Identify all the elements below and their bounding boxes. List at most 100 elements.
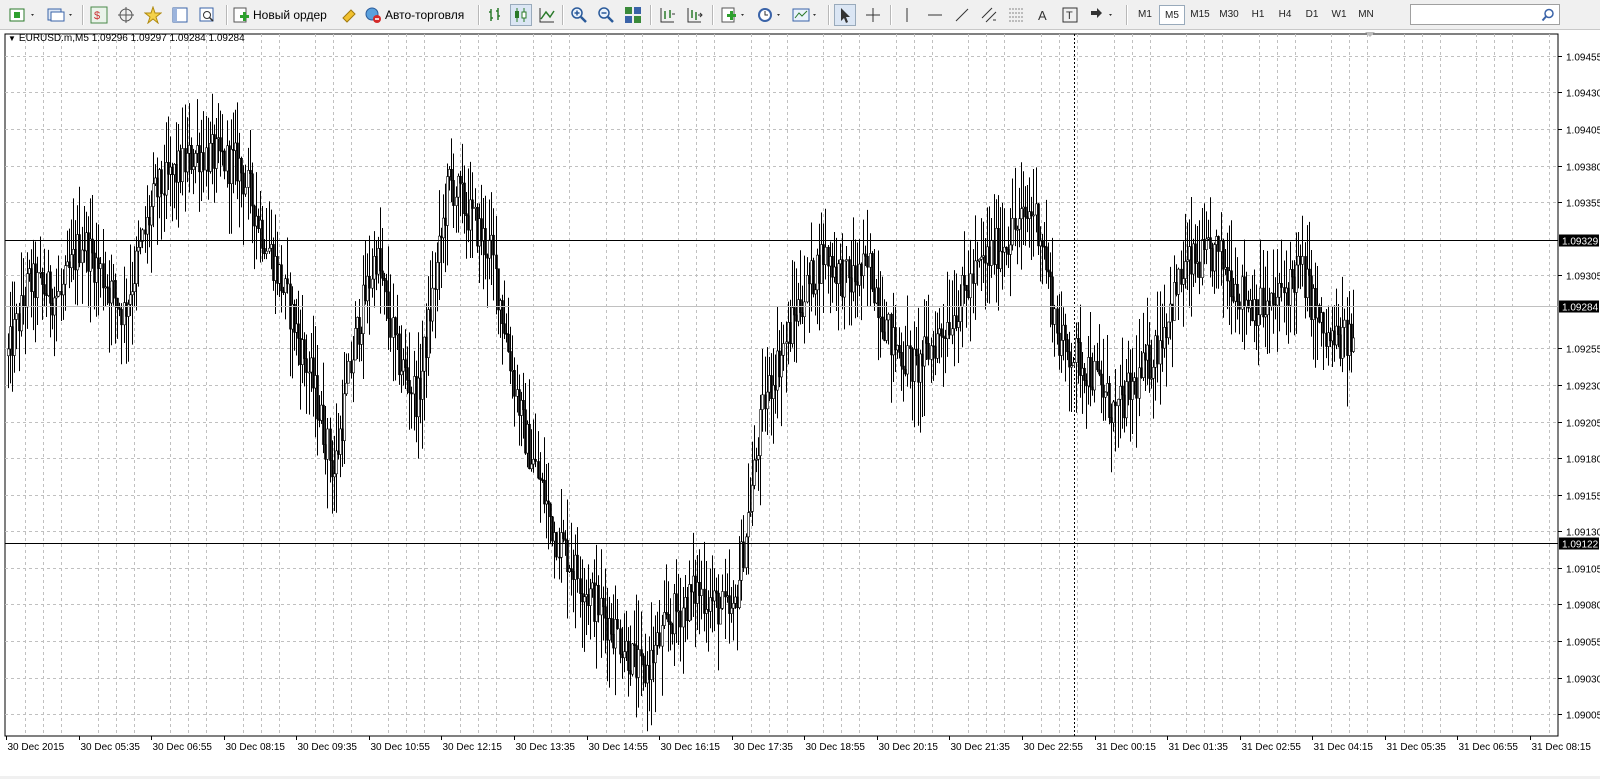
candle-body [1028, 211, 1031, 219]
candle-body [150, 206, 153, 226]
candle-body [537, 461, 540, 479]
candle-body [570, 568, 573, 572]
candle-body [1312, 288, 1315, 320]
candle-body [990, 239, 993, 266]
candle-body [158, 169, 161, 198]
trendline-button[interactable] [951, 4, 973, 26]
market-watch-button[interactable]: $ [88, 4, 110, 26]
candle-body [602, 597, 605, 608]
candle-body [459, 175, 462, 184]
candle-body [1144, 352, 1147, 361]
zoom-in-button[interactable] [568, 4, 590, 26]
new-chart-button[interactable] [6, 4, 40, 26]
crosshair-tool-button[interactable] [862, 4, 884, 26]
timeframe-w1[interactable]: W1 [1326, 5, 1352, 25]
chart-shift-button[interactable] [656, 4, 678, 26]
timeframe-m30[interactable]: M30 [1215, 5, 1243, 25]
candle-body [877, 287, 880, 318]
horizontal-line-button[interactable] [924, 4, 946, 26]
candle-body [1335, 325, 1338, 346]
tester-button[interactable] [196, 4, 218, 26]
candle-body [85, 232, 88, 252]
time-tick-label: 30 Dec 21:35 [951, 742, 1011, 753]
vertical-line-button[interactable] [896, 4, 918, 26]
tile-windows-button[interactable] [622, 4, 644, 26]
candle-body [1129, 372, 1132, 400]
data-window-button[interactable] [115, 4, 137, 26]
timeframe-m1[interactable]: M1 [1132, 5, 1158, 25]
timeframe-h4[interactable]: H4 [1272, 5, 1298, 25]
candle-body [244, 187, 247, 195]
cursor-tool-button[interactable] [834, 4, 856, 26]
candle-body [549, 503, 552, 518]
candle-body [99, 263, 102, 269]
time-tick-label: 30 Dec 17:35 [734, 742, 794, 753]
candle-body [761, 394, 764, 410]
autoscroll-button[interactable] [683, 4, 705, 26]
candle-body [1341, 327, 1344, 359]
bar-chart-button[interactable] [484, 4, 506, 26]
trendline-icon [955, 8, 969, 22]
text-tool-button[interactable]: A [1032, 4, 1054, 26]
text-label-button[interactable]: T [1059, 4, 1081, 26]
candle-body [450, 169, 453, 181]
symbol-info: ▼ EURUSD.m,M5 1.09296 1.09297 1.09284 1.0… [8, 33, 245, 44]
timeframe-m5[interactable]: M5 [1159, 5, 1185, 25]
candle-body [1293, 276, 1296, 293]
metaeditor-button[interactable] [338, 4, 360, 26]
line-chart-button[interactable] [536, 4, 558, 26]
collapse-triangle-icon[interactable]: ▼ [8, 34, 16, 43]
candle-body [1106, 383, 1109, 393]
new-order-button[interactable]: Новый ордер [232, 4, 332, 26]
candle-body [936, 333, 939, 359]
search-icon[interactable] [1541, 8, 1555, 22]
candle-body [329, 428, 332, 461]
candle-body [848, 259, 851, 279]
timeframe-h1[interactable]: H1 [1245, 5, 1271, 25]
svg-text:$: $ [94, 10, 100, 22]
candle-body [261, 219, 264, 249]
candle-body [484, 228, 487, 256]
timeframe-mn[interactable]: MN [1353, 5, 1379, 25]
zoom-in-icon [571, 7, 587, 23]
indicators-button[interactable] [718, 4, 750, 26]
candle-body [64, 265, 67, 285]
timeframe-d1[interactable]: D1 [1299, 5, 1325, 25]
fibonacci-button[interactable] [1005, 4, 1027, 26]
candle-body [160, 169, 163, 194]
zoom-out-button[interactable] [595, 4, 617, 26]
price-chart[interactable]: 1.09455 1.09430 1.09405 1.09380 1.09355 1.093… [0, 30, 1600, 776]
candle-body [642, 655, 645, 666]
auto-trading-button[interactable]: Авто-торговля [364, 4, 476, 26]
candlestick-chart-button[interactable] [510, 4, 532, 26]
equidistant-channel-button[interactable] [978, 4, 1000, 26]
candle-body [530, 463, 533, 470]
chart-canvas[interactable]: 1.09455 1.09430 1.09405 1.09380 1.09355 1.093… [0, 30, 1600, 776]
candle-body [1167, 321, 1170, 339]
candle-body [1133, 377, 1136, 382]
candle-body [492, 234, 495, 256]
templates-button[interactable] [790, 4, 822, 26]
candle-body [566, 540, 569, 573]
terminal-button[interactable] [169, 4, 191, 26]
search-box[interactable] [1410, 4, 1560, 25]
indicators-icon [721, 7, 744, 23]
time-tick-label: 30 Dec 18:55 [806, 742, 866, 753]
candle-body [610, 618, 613, 635]
candle-body [969, 273, 972, 299]
candle-body [1213, 244, 1216, 272]
candle-body [1192, 243, 1195, 275]
candle-body [1053, 308, 1056, 325]
candle-body [495, 254, 498, 270]
candle-body [68, 261, 71, 269]
candle-body [881, 316, 884, 333]
price-tick-label: 1.09030 [1566, 675, 1600, 686]
navigator-button[interactable] [142, 4, 164, 26]
timeframe-m15[interactable]: M15 [1186, 5, 1214, 25]
candle-body [1232, 296, 1235, 302]
periods-button[interactable] [754, 4, 786, 26]
arrows-button[interactable] [1086, 4, 1118, 26]
profiles-button[interactable] [44, 4, 76, 26]
candle-body [144, 229, 147, 235]
candle-body [352, 359, 355, 374]
